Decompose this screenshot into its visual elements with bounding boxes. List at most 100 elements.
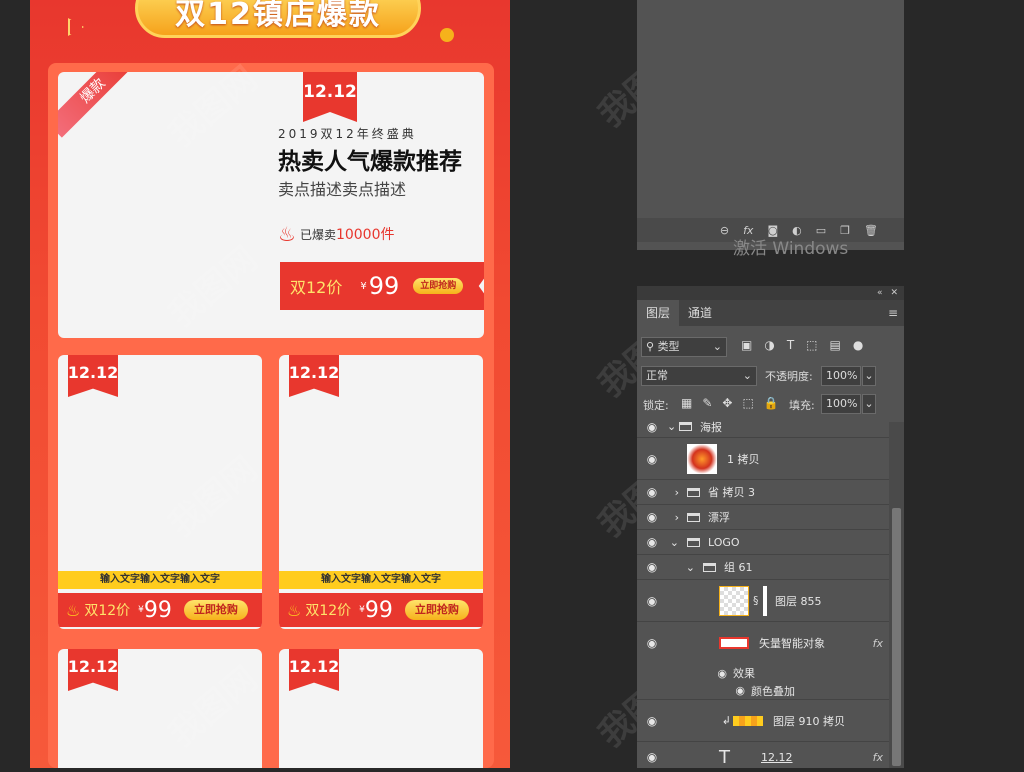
fx-icon[interactable]: fx — [873, 637, 883, 650]
eye-icon[interactable]: ◉ — [637, 667, 733, 680]
product-card[interactable]: 12.12 输入文字输入文字输入文字 ♨ 双12价 ¥ 99 立即抢购 — [279, 355, 483, 629]
chevron-down-icon[interactable]: ⌄ — [667, 420, 679, 433]
eye-icon[interactable]: ◉ — [637, 594, 667, 608]
adjustment-filter-icon[interactable]: ◑ — [764, 338, 774, 352]
layer-row[interactable]: ◉ ⌄ 海报 — [637, 416, 889, 438]
layer-thumbnail — [733, 715, 763, 726]
layer-row[interactable]: ◉ § 图层 855 — [637, 580, 889, 622]
opacity-label: 不透明度: — [765, 370, 813, 383]
lock-all-icon[interactable]: 🔒 — [764, 396, 779, 410]
decor-ball — [440, 28, 454, 42]
close-icon[interactable]: ✕ — [890, 288, 898, 298]
trash-icon[interactable]: 🗑 — [864, 224, 878, 237]
hero-subtitle: 2019双12年终盛典 — [278, 127, 417, 141]
lock-brush-icon[interactable]: ✎ — [702, 396, 712, 410]
blend-mode-value: 正常 — [646, 369, 668, 382]
link-icon[interactable]: ⊖ — [720, 224, 729, 237]
eye-icon[interactable]: ◉ — [637, 510, 667, 524]
layer-name: 漂浮 — [708, 511, 730, 524]
layer-filter-select[interactable]: ⚲ 类型 ⌄ — [641, 337, 727, 357]
scrollbar-thumb[interactable] — [892, 508, 901, 766]
layer-row[interactable]: ◉ ⌄ 组 61 — [637, 555, 889, 580]
shape-filter-icon[interactable]: ⬚ — [806, 338, 817, 352]
blend-mode-select[interactable]: 正常 ⌄ — [641, 366, 757, 386]
poster-title: 双12镇店爆款 — [175, 0, 381, 32]
eye-icon[interactable]: ◉ — [637, 560, 667, 574]
layer-name: 图层 910 拷贝 — [773, 714, 845, 728]
card-1212-badge: 12.12 — [68, 649, 118, 691]
poster-title-banner: 双12镇店爆款 — [135, 0, 421, 38]
smart-filter-icon[interactable]: ▤ — [830, 338, 841, 352]
layer-thumbnail — [687, 443, 717, 474]
layer-name: 矢量智能对象 — [759, 637, 825, 650]
text-filter-icon[interactable]: T — [787, 338, 794, 352]
hero-price-label: 双12价 — [290, 278, 343, 297]
image-filter-icon[interactable]: ▣ — [741, 338, 752, 352]
chevron-right-icon[interactable]: › — [667, 511, 687, 524]
layer-row[interactable]: ◉ 矢量智能对象 fx — [637, 622, 889, 664]
fill-input[interactable]: 100% — [821, 394, 861, 414]
card-1212-badge: 12.12 — [289, 649, 339, 691]
lock-move-icon[interactable]: ✥ — [722, 396, 732, 410]
hero-product-card[interactable]: 爆款 12.12 2019双12年终盛典 热卖人气爆款推荐 卖点描述卖点描述 ♨… — [58, 72, 484, 338]
folder-icon — [703, 562, 716, 572]
fx-icon[interactable]: fx — [873, 751, 883, 764]
eye-icon[interactable]: ◉ — [637, 420, 667, 434]
eye-icon[interactable]: ◉ — [637, 485, 667, 499]
card-buy-button[interactable]: 立即抢购 — [183, 600, 248, 620]
panel-header: « ✕ — [637, 286, 904, 300]
opacity-dropdown[interactable]: ⌄ — [862, 366, 876, 386]
flame-icon: ♨ — [278, 222, 296, 246]
hero-buy-button[interactable]: 立即抢购 — [413, 278, 464, 294]
effect-name: 颜色叠加 — [751, 684, 795, 698]
chevron-down-icon: ⌄ — [712, 340, 722, 353]
layer-name: 省 拷贝 3 — [708, 486, 755, 499]
tab-channels[interactable]: 通道 — [679, 300, 721, 326]
hero-price-banner: 双12价 ¥ 99 立即抢购 — [280, 262, 484, 310]
chevron-down-icon: ⌄ — [742, 369, 752, 382]
layer-row[interactable]: ◉ › 省 拷贝 3 — [637, 480, 889, 505]
layer-row[interactable]: ◉ 1 拷贝 — [637, 438, 889, 480]
fill-dropdown[interactable]: ⌄ — [862, 394, 876, 414]
lock-transparent-icon[interactable]: ▦ — [681, 396, 692, 410]
collapse-icon[interactable]: « — [877, 288, 883, 298]
effect-name: 效果 — [733, 667, 755, 680]
clip-arrow-icon: ↲ — [721, 714, 731, 727]
layer-row[interactable]: ◉ › 漂浮 — [637, 505, 889, 530]
effect-row[interactable]: ◉ 效果 — [637, 664, 889, 682]
layers-scrollbar[interactable] — [889, 422, 904, 768]
card-buy-button[interactable]: 立即抢购 — [404, 600, 469, 620]
eye-icon[interactable]: ◉ — [637, 452, 667, 466]
hot-corner-ribbon: 爆款 — [58, 72, 140, 138]
layer-name: LOGO — [708, 535, 740, 549]
eye-icon[interactable]: ◉ — [637, 684, 751, 697]
folder-icon — [687, 487, 700, 497]
effect-row[interactable]: ◉ 颜色叠加 — [637, 682, 889, 700]
hero-currency: ¥ — [360, 280, 367, 292]
chevron-right-icon[interactable]: › — [667, 486, 687, 499]
chevron-down-icon[interactable]: ⌄ — [667, 561, 703, 574]
layer-row[interactable]: ◉ ↲ 图层 910 拷贝 — [637, 700, 889, 742]
eye-icon[interactable]: ◉ — [637, 636, 667, 650]
chevron-down-icon[interactable]: ⌄ — [667, 536, 687, 549]
filter-icons: ▣ ◑ T ⬚ ▤ ● — [741, 338, 863, 352]
hero-price: 99 — [368, 272, 400, 300]
lock-artboard-icon[interactable]: ⬚ — [742, 396, 753, 410]
tab-layers[interactable]: 图层 — [637, 300, 680, 326]
opacity-input[interactable]: 100% — [821, 366, 861, 386]
flame-icon: ♨ — [287, 600, 302, 620]
hero-sold-info: ♨ 已爆卖 10000件 — [278, 222, 395, 246]
poster-canvas: 双12镇店爆款 爆款 12.12 2019双12年终盛典 热卖人气爆款推荐 卖点… — [30, 0, 510, 768]
filter-toggle-icon[interactable]: ● — [853, 338, 863, 352]
card-price-label: 双12价 — [84, 603, 131, 619]
layer-row[interactable]: ◉ ⌄ LOGO — [637, 530, 889, 555]
product-card[interactable]: 12.12 — [279, 649, 483, 768]
eye-icon[interactable]: ◉ — [637, 535, 667, 549]
folder-icon — [679, 422, 692, 431]
card-price: 99 — [364, 597, 393, 623]
eye-icon[interactable]: ◉ — [637, 714, 667, 728]
layer-name: 海报 — [700, 420, 722, 434]
card-price-bar: ♨ 双12价 ¥ 99 立即抢购 — [58, 593, 262, 627]
eye-icon[interactable]: ◉ — [637, 750, 667, 764]
panel-menu-icon[interactable]: ≡ — [888, 306, 898, 320]
